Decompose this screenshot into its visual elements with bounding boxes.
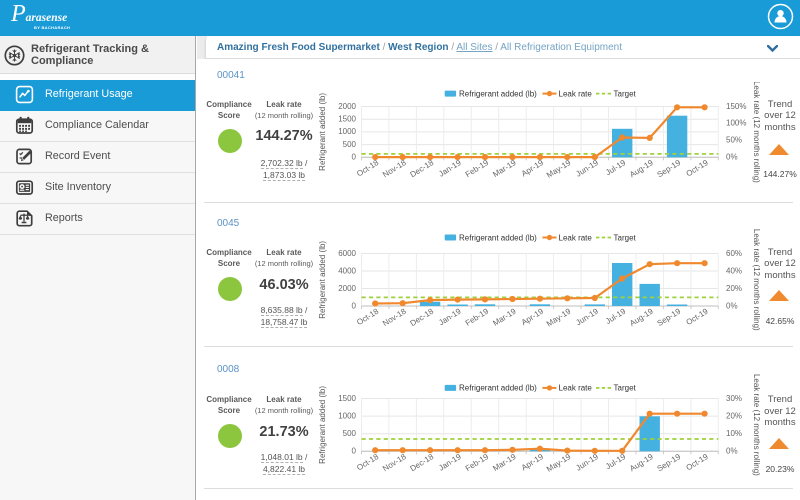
svg-text:May-19: May-19: [545, 306, 573, 328]
svg-text:Nov-18: Nov-18: [381, 452, 408, 474]
svg-text:1500: 1500: [338, 394, 356, 403]
svg-text:Apr-19: Apr-19: [520, 452, 546, 473]
svg-text:100%: 100%: [726, 119, 746, 128]
svg-text:Oct-19: Oct-19: [685, 306, 711, 327]
svg-text:Sep-19: Sep-19: [656, 452, 683, 474]
svg-text:Leak rate: Leak rate: [559, 89, 593, 98]
svg-text:50%: 50%: [726, 136, 742, 145]
svg-text:Apr-19: Apr-19: [520, 306, 546, 327]
svg-text:0: 0: [352, 153, 357, 162]
svg-text:30%: 30%: [726, 394, 742, 403]
svg-text:Leak rate (12 months rolling): Leak rate (12 months rolling): [752, 229, 761, 331]
svg-text:Dec-18: Dec-18: [409, 158, 436, 180]
svg-text:Target: Target: [614, 384, 637, 393]
svg-text:Oct-19: Oct-19: [685, 158, 711, 179]
svg-text:Jul-19: Jul-19: [604, 452, 628, 471]
svg-text:0%: 0%: [726, 301, 738, 310]
svg-text:Jun-19: Jun-19: [574, 452, 600, 473]
svg-text:500: 500: [343, 140, 357, 149]
svg-text:10%: 10%: [726, 429, 742, 438]
svg-text:1500: 1500: [338, 115, 356, 124]
svg-text:May-19: May-19: [545, 158, 573, 180]
svg-text:Refrigerant added (lb): Refrigerant added (lb): [318, 386, 327, 464]
svg-text:Refrigerant added (lb): Refrigerant added (lb): [459, 233, 537, 242]
svg-text:Apr-19: Apr-19: [520, 158, 546, 179]
svg-text:Refrigerant added (lb): Refrigerant added (lb): [459, 384, 537, 393]
svg-text:0%: 0%: [726, 447, 738, 456]
svg-text:0: 0: [352, 301, 357, 310]
svg-text:Jun-19: Jun-19: [574, 306, 600, 327]
svg-text:Dec-18: Dec-18: [409, 306, 436, 328]
svg-text:Feb-19: Feb-19: [464, 158, 491, 179]
svg-text:0%: 0%: [726, 153, 738, 162]
svg-text:6000: 6000: [338, 249, 356, 258]
svg-text:1000: 1000: [338, 127, 356, 136]
svg-text:Jan-19: Jan-19: [437, 158, 463, 179]
svg-text:Jan-19: Jan-19: [437, 452, 463, 473]
svg-text:Leak rate (12 months rolling): Leak rate (12 months rolling): [752, 374, 761, 476]
svg-text:Target: Target: [614, 233, 637, 242]
svg-text:Mar-19: Mar-19: [491, 158, 518, 179]
svg-text:Aug-19: Aug-19: [628, 158, 655, 180]
svg-text:Leak rate (12 months rolling): Leak rate (12 months rolling): [752, 82, 761, 183]
svg-text:May-19: May-19: [545, 452, 573, 474]
svg-text:Mar-19: Mar-19: [491, 452, 518, 473]
svg-text:Oct-18: Oct-18: [355, 452, 381, 473]
svg-text:2000: 2000: [338, 284, 356, 293]
svg-text:Refrigerant added (lb): Refrigerant added (lb): [318, 93, 327, 171]
svg-text:4000: 4000: [338, 266, 356, 275]
svg-text:20%: 20%: [726, 411, 742, 420]
svg-text:Jul-19: Jul-19: [604, 306, 628, 325]
svg-text:Sep-19: Sep-19: [656, 306, 683, 328]
svg-text:150%: 150%: [726, 102, 746, 111]
svg-text:1000: 1000: [338, 411, 356, 420]
svg-text:Leak rate: Leak rate: [559, 384, 593, 393]
svg-text:20%: 20%: [726, 284, 742, 293]
svg-text:Mar-19: Mar-19: [491, 306, 518, 327]
svg-text:Aug-19: Aug-19: [628, 452, 655, 474]
svg-text:Oct-18: Oct-18: [355, 306, 381, 327]
svg-text:Jun-19: Jun-19: [574, 158, 600, 179]
svg-text:2000: 2000: [338, 102, 356, 111]
svg-text:Leak rate: Leak rate: [559, 233, 593, 242]
svg-text:Aug-19: Aug-19: [628, 306, 655, 328]
svg-text:Refrigerant added (lb): Refrigerant added (lb): [318, 241, 327, 319]
svg-text:Feb-19: Feb-19: [464, 452, 491, 473]
svg-text:Refrigerant added (lb): Refrigerant added (lb): [459, 89, 537, 98]
svg-text:Jul-19: Jul-19: [604, 158, 628, 177]
svg-text:Dec-18: Dec-18: [409, 452, 436, 474]
svg-text:Sep-19: Sep-19: [656, 158, 683, 180]
svg-text:500: 500: [343, 429, 357, 438]
svg-text:Target: Target: [614, 89, 637, 98]
svg-text:Oct-19: Oct-19: [685, 452, 711, 473]
svg-text:Oct-18: Oct-18: [355, 158, 381, 179]
svg-text:Jan-19: Jan-19: [437, 306, 463, 327]
svg-text:Nov-18: Nov-18: [381, 306, 408, 328]
svg-text:60%: 60%: [726, 249, 742, 258]
svg-text:Feb-19: Feb-19: [464, 306, 491, 327]
svg-text:40%: 40%: [726, 266, 742, 275]
svg-text:0: 0: [352, 447, 357, 456]
svg-text:Nov-18: Nov-18: [381, 158, 408, 180]
